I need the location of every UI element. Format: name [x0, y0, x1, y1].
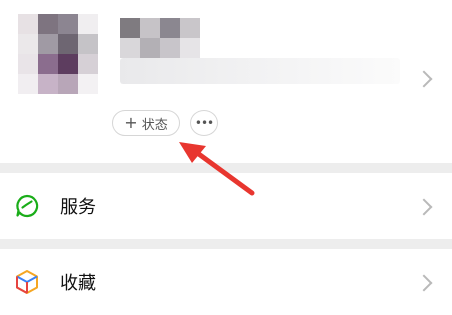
annotation-arrow	[179, 142, 255, 196]
